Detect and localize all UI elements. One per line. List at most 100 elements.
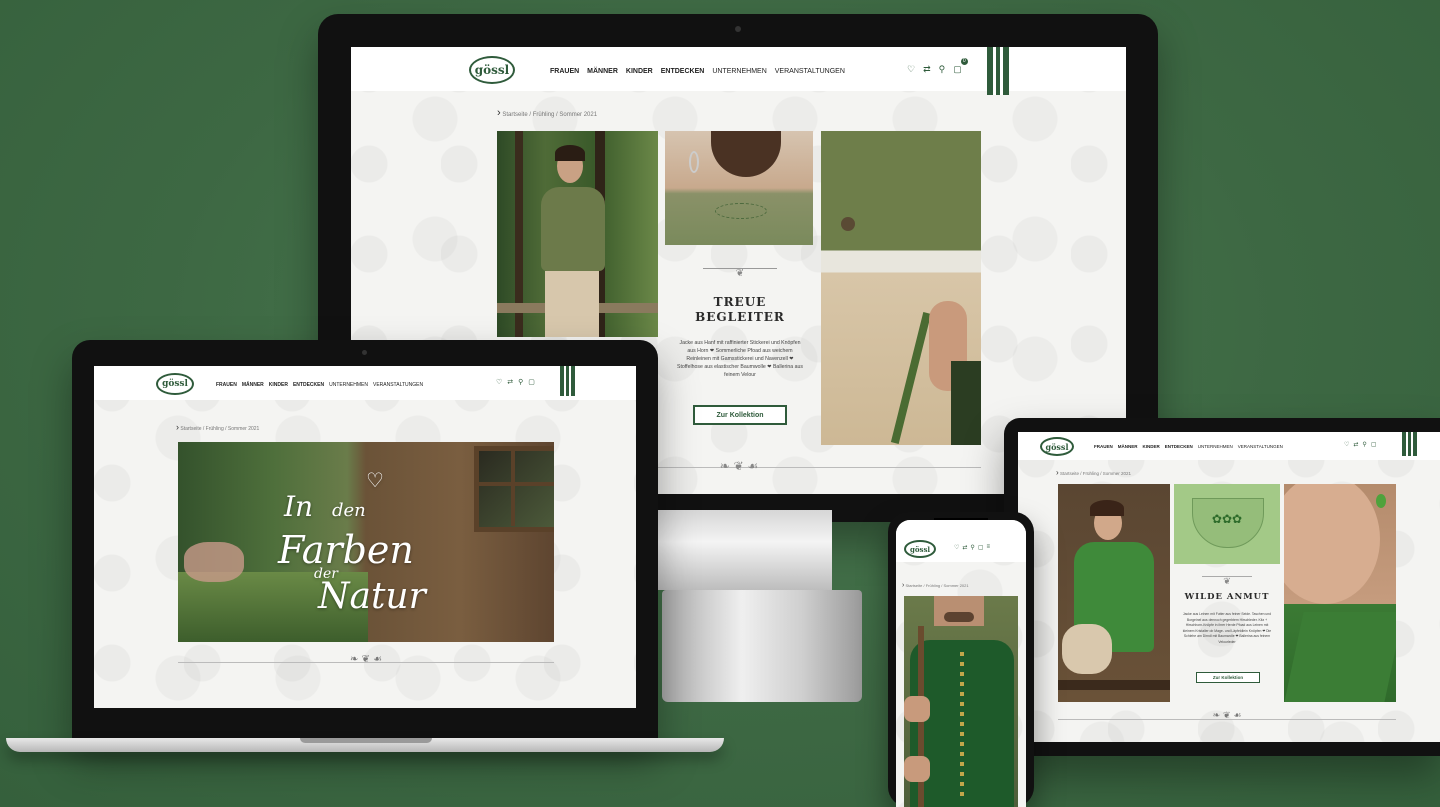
main-nav: FRAUEN MÄNNER KINDER ENTDECKEN UNTERNEHM… xyxy=(216,382,423,388)
compare-icon[interactable]: ⇄ xyxy=(962,544,967,551)
search-icon[interactable]: ⚲ xyxy=(939,64,946,75)
cart-icon[interactable]: ▢ 0 xyxy=(953,58,968,75)
laptop-header: gössl FRAUEN MÄNNER KINDER ENTDECKEN UNT… xyxy=(94,366,636,400)
nav-item-unternehmen[interactable]: UNTERNEHMEN xyxy=(329,382,368,388)
nav-item-unternehmen[interactable]: UNTERNEHMEN xyxy=(1198,444,1233,449)
nav-item-veranstaltungen[interactable]: VERANSTALTUNGEN xyxy=(373,382,423,388)
breadcrumb: › Startseite / Frühling / Sommer 2021 xyxy=(176,422,259,432)
brand-logo[interactable]: gössl xyxy=(1040,437,1074,456)
chevron-right-icon: › xyxy=(497,107,501,119)
product-photo-collar-detail[interactable] xyxy=(665,131,813,245)
nav-item-frauen[interactable]: FRAUEN xyxy=(550,68,579,75)
laptop-camera xyxy=(362,350,367,355)
compare-icon[interactable]: ⇄ xyxy=(1353,441,1358,448)
header-icons: ♡ ⇄ ⚲ ▢ xyxy=(496,378,535,386)
nav-item-frauen[interactable]: FRAUEN xyxy=(1094,444,1113,449)
breadcrumb: › Startseite / Frühling / Sommer 2021 xyxy=(1056,468,1131,477)
monitor-camera xyxy=(735,26,741,32)
section-divider: ❧ ❦ ☙ xyxy=(1058,711,1396,721)
tablet-device: gössl FRAUEN MÄNNER KINDER ENTDECKEN UNT… xyxy=(1004,418,1440,756)
header-icons: ♡ ⇄ ⚲ ▢ 0 xyxy=(907,58,968,75)
cart-icon[interactable]: ▢ xyxy=(1371,441,1377,448)
hero-script-title: ♡ In den Farben der Natur xyxy=(278,468,426,617)
menu-icon[interactable]: ≡ xyxy=(987,544,991,551)
heart-icon[interactable]: ♡ xyxy=(954,544,959,551)
tablet-screen: gössl FRAUEN MÄNNER KINDER ENTDECKEN UNT… xyxy=(1018,432,1440,742)
cart-count-badge: 0 xyxy=(960,58,968,65)
phone-screen: gössl ♡ ⇄ ⚲ ▢ ≡ › Startseite / Frühling … xyxy=(896,520,1026,807)
nav-item-maenner[interactable]: MÄNNER xyxy=(1118,444,1138,449)
compare-icon[interactable]: ⇄ xyxy=(507,378,513,386)
breadcrumb-text[interactable]: Startseite / Frühling / Sommer 2021 xyxy=(1060,471,1131,476)
chevron-right-icon: › xyxy=(1056,468,1059,477)
brand-logo[interactable]: gössl xyxy=(904,540,936,558)
heart-icon[interactable]: ♡ xyxy=(496,378,502,386)
header-icons: ♡ ⇄ ⚲ ▢ ≡ xyxy=(954,544,990,551)
brand-stripes xyxy=(1402,432,1417,456)
heart-icon[interactable]: ♡ xyxy=(1344,441,1349,448)
breadcrumb-text[interactable]: Startseite / Frühling / Sommer 2021 xyxy=(502,112,597,118)
product-photo-green-jacket[interactable] xyxy=(1058,484,1170,702)
product-photo-forest-woman[interactable] xyxy=(497,131,658,337)
brand-stripes xyxy=(560,366,575,396)
collection-button[interactable]: Zur Kollektion xyxy=(693,405,787,425)
breadcrumb-text[interactable]: Startseite / Frühling / Sommer 2021 xyxy=(180,426,259,432)
search-icon[interactable]: ⚲ xyxy=(970,544,974,551)
nav-item-maenner[interactable]: MÄNNER xyxy=(242,382,264,388)
heart-icon[interactable]: ♡ xyxy=(907,64,915,75)
header-icons: ♡ ⇄ ⚲ ▢ xyxy=(1344,441,1377,448)
section-divider: ❧ ❦ ☙ xyxy=(178,654,554,665)
brand-logo[interactable]: gössl xyxy=(469,56,515,84)
model-jacket xyxy=(541,187,605,271)
nav-item-kinder[interactable]: KINDER xyxy=(269,382,288,388)
monitor-chin xyxy=(652,510,832,590)
product-photo-man-green-jacket[interactable] xyxy=(904,596,1018,807)
nav-item-entdecken[interactable]: ENTDECKEN xyxy=(293,382,324,388)
compare-icon[interactable]: ⇄ xyxy=(923,64,931,75)
ornament-icon: ❦ xyxy=(1202,576,1252,586)
nav-item-unternehmen[interactable]: UNTERNEHMEN xyxy=(712,68,766,75)
ornament-icon: ❦ xyxy=(703,268,777,283)
breadcrumb: › Startseite / Frühling / Sommer 2021 xyxy=(902,582,969,589)
cart-icon[interactable]: ▢ xyxy=(978,544,984,551)
laptop-screen: gössl FRAUEN MÄNNER KINDER ENTDECKEN UNT… xyxy=(94,366,636,708)
nav-item-kinder[interactable]: KINDER xyxy=(626,68,653,75)
chevron-right-icon: › xyxy=(176,422,179,432)
nav-item-entdecken[interactable]: ENTDECKEN xyxy=(661,68,705,75)
search-icon[interactable]: ⚲ xyxy=(1362,441,1366,448)
collection-button[interactable]: Zur Kollektion xyxy=(1196,672,1260,683)
nav-item-veranstaltungen[interactable]: VERANSTALTUNGEN xyxy=(1238,444,1283,449)
product-photo-earring-woman[interactable] xyxy=(1284,484,1396,702)
nav-item-veranstaltungen[interactable]: VERANSTALTUNGEN xyxy=(775,68,845,75)
nav-item-frauen[interactable]: FRAUEN xyxy=(216,382,237,388)
product-photo-jacket-pants[interactable] xyxy=(821,131,981,445)
product-description: Jacke aus Leinen mit Futter aus feiner S… xyxy=(1182,612,1272,644)
hero-banner[interactable]: ♡ In den Farben der Natur xyxy=(178,442,554,642)
search-icon[interactable]: ⚲ xyxy=(518,378,523,386)
cart-icon[interactable]: ▢ xyxy=(528,378,535,386)
product-title: WILDE ANMUT xyxy=(1184,592,1270,602)
main-nav: FRAUEN MÄNNER KINDER ENTDECKEN UNTERNEHM… xyxy=(1094,444,1283,449)
product-title: TREUE BEGLEITER xyxy=(695,295,785,324)
main-nav: FRAUEN MÄNNER KINDER ENTDECKEN UNTERNEHM… xyxy=(550,68,845,75)
brand-logo[interactable]: gössl xyxy=(156,373,194,395)
heart-icon: ♡ xyxy=(366,468,384,492)
monitor-stand xyxy=(662,590,862,702)
breadcrumb-text[interactable]: Startseite / Frühling / Sommer 2021 xyxy=(905,583,968,588)
product-description: Jacke aus Hanf mit raffinierter Stickere… xyxy=(677,340,803,378)
nav-item-kinder[interactable]: KINDER xyxy=(1143,444,1160,449)
collar-embroidery xyxy=(715,203,767,219)
laptop-device: gössl FRAUEN MÄNNER KINDER ENTDECKEN UNT… xyxy=(72,340,658,742)
monitor-header: gössl FRAUEN MÄNNER KINDER ENTDECKEN UNT… xyxy=(351,47,1126,95)
phone-device: gössl ♡ ⇄ ⚲ ▢ ≡ › Startseite / Frühling … xyxy=(888,512,1034,807)
breadcrumb: › Startseite / Frühling / Sommer 2021 xyxy=(497,107,597,119)
chevron-right-icon: › xyxy=(902,582,905,589)
embroidery-flower: ✿✿✿ xyxy=(1211,512,1243,526)
laptop-notch xyxy=(300,738,432,743)
tablet-header: gössl FRAUEN MÄNNER KINDER ENTDECKEN UNT… xyxy=(1018,432,1440,460)
brand-stripes xyxy=(987,47,1009,95)
nav-item-maenner[interactable]: MÄNNER xyxy=(587,68,618,75)
phone-header: gössl ♡ ⇄ ⚲ ▢ ≡ xyxy=(896,520,1026,562)
nav-item-entdecken[interactable]: ENTDECKEN xyxy=(1165,444,1193,449)
product-photo-embroidered-pocket[interactable]: ✿✿✿ xyxy=(1174,484,1280,564)
